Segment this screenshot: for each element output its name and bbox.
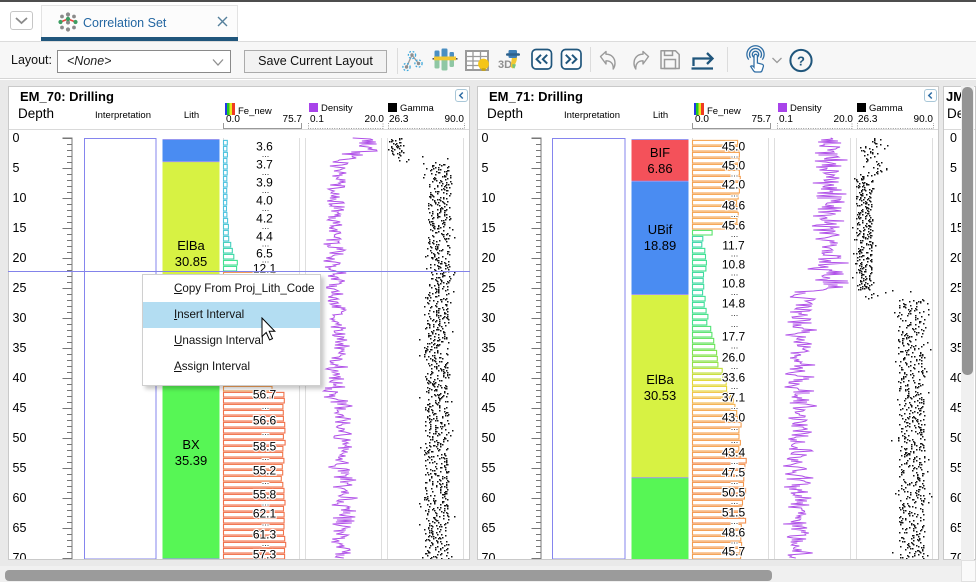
svg-text:56.6: 56.6 [253,414,277,428]
svg-text:...: ... [731,476,739,486]
svg-text:...: ... [731,422,739,432]
svg-text:...: ... [262,401,270,411]
svg-text:...: ... [262,518,270,528]
svg-text:...: ... [262,427,270,437]
svg-text:...: ... [731,516,739,526]
svg-text:BIF: BIF [650,145,670,160]
svg-text:...: ... [731,308,739,318]
svg-text:...: ... [731,189,739,199]
svg-text:...: ... [262,185,270,195]
svg-text:...: ... [731,536,739,546]
svg-text:UBif: UBif [648,222,673,237]
svg-text:...: ... [262,476,270,486]
svg-text:ElBa: ElBa [177,238,205,253]
svg-text:...: ... [262,203,270,213]
svg-text:...: ... [731,319,739,329]
svg-text:30.85: 30.85 [175,254,208,269]
svg-text:...: ... [731,435,739,445]
svg-text:...: ... [731,361,739,371]
svg-text:...: ... [731,209,739,219]
svg-text:6.86: 6.86 [647,161,672,176]
svg-text:3D: 3D [498,59,512,71]
svg-text:...: ... [262,167,270,177]
svg-text:...: ... [262,538,270,548]
svg-text:...: ... [731,456,739,466]
svg-text:...: ... [731,169,739,179]
svg-text:35.39: 35.39 [175,453,208,468]
svg-text:...: ... [262,149,270,159]
svg-text:...: ... [731,381,739,391]
svg-text:30.53: 30.53 [644,388,677,403]
svg-text:...: ... [731,249,739,259]
svg-text:18.89: 18.89 [644,238,677,253]
svg-text:...: ... [262,239,270,249]
svg-text:45.7: 45.7 [722,545,746,559]
svg-text:BX: BX [182,437,200,452]
svg-text:...: ... [731,150,739,160]
svg-text:...: ... [731,287,739,297]
svg-text:?: ? [797,54,805,69]
svg-text:ElBa: ElBa [646,372,674,387]
svg-text:56.7: 56.7 [253,388,277,402]
svg-text:...: ... [731,401,739,411]
svg-text:...: ... [262,221,270,231]
svg-text:...: ... [731,341,739,351]
svg-text:...: ... [262,452,270,462]
svg-text:...: ... [262,498,270,508]
svg-text:...: ... [262,255,270,265]
svg-text:...: ... [731,496,739,506]
svg-text:...: ... [731,268,739,278]
svg-text:57.3: 57.3 [253,548,277,560]
svg-text:...: ... [731,229,739,239]
